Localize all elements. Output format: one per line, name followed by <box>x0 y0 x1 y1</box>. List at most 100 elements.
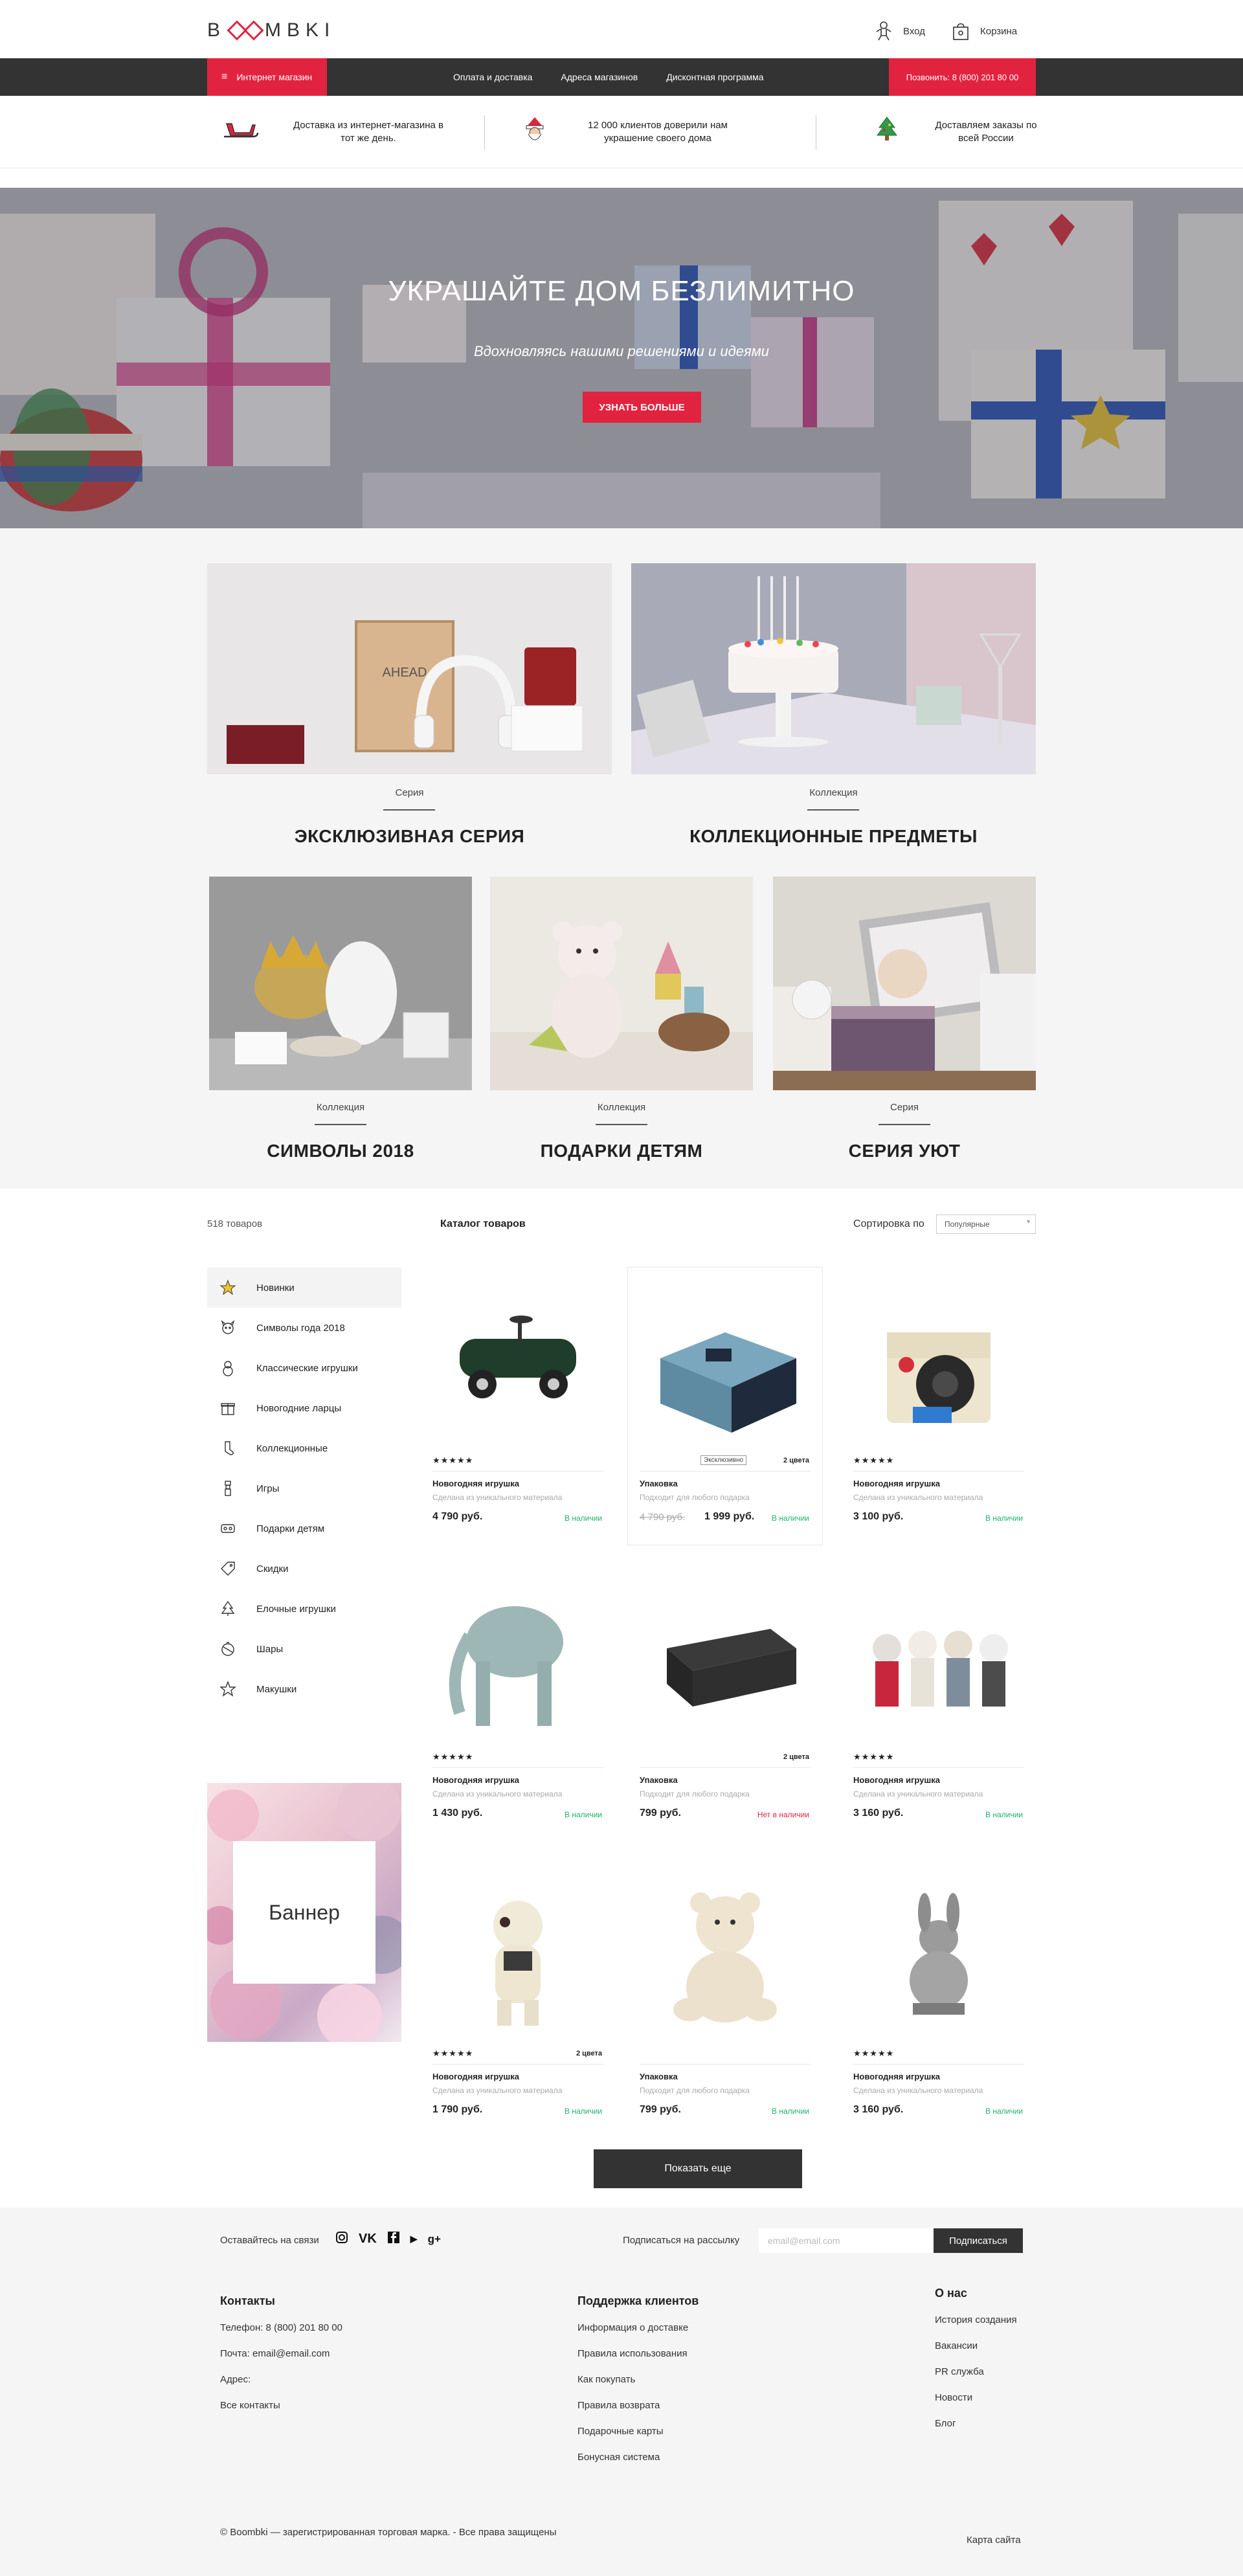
collection-card-exclusive[interactable]: AHEAD Серия ЭКСКЛЮЗИВНАЯ СЕРИЯ <box>207 563 612 848</box>
footer-about: О нас История создания Вакансии PR служб… <box>935 2287 1017 2444</box>
facebook-icon[interactable] <box>387 2231 400 2247</box>
category-collectible[interactable]: Коллекционные <box>207 1428 401 1468</box>
product-card[interactable]: ★★★★★ 2 цвета Новогодняя игрушка Сделана из… <box>421 1861 615 2138</box>
stock-status: В наличии <box>771 2107 809 2116</box>
category-tree-toys[interactable]: Елочные игрушки <box>207 1589 401 1629</box>
call-button[interactable]: Позвонить: 8 (800) 201 80 00 <box>889 58 1036 96</box>
product-name[interactable]: Новогодняя игрушка <box>853 1775 940 1785</box>
promo-banner[interactable]: Баннер <box>207 1783 401 2042</box>
category-balls[interactable]: Шары <box>207 1629 401 1669</box>
feature-delivery-text: Доставка из интернет-магазина в тот же д… <box>293 120 444 144</box>
youtube-icon[interactable]: ▶ <box>410 2234 418 2245</box>
footer-link[interactable]: Блог <box>935 2418 1017 2444</box>
footer-link[interactable]: PR служба <box>935 2366 1017 2392</box>
feature-shipping-text: Доставляем заказы по всей России <box>935 120 1037 144</box>
category-label: Классические игрушки <box>256 1362 358 1374</box>
gift-bag-icon <box>949 19 972 43</box>
footer-link[interactable]: Информация о доставке <box>577 2322 699 2348</box>
product-card[interactable]: ★★★★★ Новогодняя игрушка Сделана из уникал… <box>421 1564 615 1841</box>
category-classic-toys[interactable]: Классические игрушки <box>207 1348 401 1388</box>
footer-link[interactable]: Правила возврата <box>577 2400 699 2426</box>
footer-link[interactable]: Бонусная система <box>577 2452 699 2478</box>
nav-link-stores[interactable]: Адреса магазинов <box>561 72 638 82</box>
contact-all-link[interactable]: Все контакты <box>220 2400 342 2426</box>
footer-link[interactable]: Подарочные карты <box>577 2426 699 2452</box>
contact-email[interactable]: Почта: email@email.com <box>220 2348 342 2374</box>
divider <box>807 809 859 811</box>
tree-top-star-icon <box>219 1680 237 1698</box>
login-link[interactable]: Вход <box>872 19 925 43</box>
sort-label: Сортировка по <box>853 1218 924 1229</box>
category-kids-gifts[interactable]: Подарки детям <box>207 1508 401 1549</box>
product-image <box>493 1901 543 2026</box>
product-name[interactable]: Упаковка <box>640 1479 678 1488</box>
footer-link[interactable]: Правила использования <box>577 2348 699 2374</box>
newsletter-email-input[interactable] <box>759 2228 934 2253</box>
shop-menu-button[interactable]: ≡ Интернет магазин <box>207 58 327 96</box>
category-new[interactable]: Новинки <box>207 1268 401 1308</box>
product-name[interactable]: Новогодняя игрушка <box>432 1479 519 1488</box>
collection-card-collectible[interactable]: Коллекция КОЛЛЕКЦИОННЫЕ ПРЕДМЕТЫ <box>631 563 1036 848</box>
footer-link[interactable]: История создания <box>935 2314 1017 2340</box>
category-sidebar: Новинки Символы года 2018 Классические и… <box>207 1268 401 1709</box>
footer-link[interactable]: Как покупать <box>577 2374 699 2400</box>
sort-select[interactable]: Популярные ▾ <box>936 1215 1036 1234</box>
collection-card-cozy[interactable]: Серия СЕРИЯ УЮТ <box>773 877 1036 1174</box>
product-price: 799 руб. <box>640 1808 681 1819</box>
logo[interactable]: B MBKI <box>207 19 335 41</box>
google-plus-icon[interactable]: g+ <box>428 2233 441 2246</box>
product-card[interactable]: ★★★★★ Новогодняя игрушка Сделана из уникал… <box>842 1268 1036 1545</box>
product-image <box>449 1606 563 1726</box>
product-name[interactable]: Новогодняя игрушка <box>853 2072 940 2081</box>
divider <box>432 1471 603 1472</box>
category-tree-tops[interactable]: Макушки <box>207 1669 401 1709</box>
nutcracker-icon <box>219 1479 237 1497</box>
category-sale[interactable]: Скидки <box>207 1549 401 1589</box>
footer-link[interactable]: Новости <box>935 2392 1017 2418</box>
footer-link[interactable]: Вакансии <box>935 2340 1017 2366</box>
product-card[interactable]: ★★★★★ Новогодняя игрушка Сделана из уникал… <box>421 1268 615 1545</box>
nav-link-discount[interactable]: Дисконтная программа <box>666 72 763 82</box>
collection-image: AHEAD <box>207 563 612 774</box>
collection-card-kids-gifts[interactable]: Коллекция ПОДАРКИ ДЕТЯМ <box>490 877 753 1174</box>
product-name[interactable]: Новогодняя игрушка <box>432 2072 519 2081</box>
sitemap-link[interactable]: Карта сайта <box>967 2535 1021 2546</box>
collection-card-symbols-2018[interactable]: Коллекция СИМВОЛЫ 2018 <box>209 877 472 1174</box>
product-card[interactable]: Упаковка Подходит для любого подарка 799 р… <box>628 1861 822 2138</box>
product-name[interactable]: Новогодняя игрушка <box>853 1479 940 1488</box>
contact-phone[interactable]: Телефон: 8 (800) 201 80 00 <box>220 2322 342 2348</box>
show-more-button[interactable]: Показать еще <box>594 2149 802 2188</box>
category-symbols-2018[interactable]: Символы года 2018 <box>207 1308 401 1348</box>
product-name[interactable]: Упаковка <box>640 2072 678 2081</box>
product-card[interactable]: ★★★★★ Новогодняя игрушка Сделана из уникал… <box>842 1564 1036 1841</box>
category-gift-boxes[interactable]: Новогодние ларцы <box>207 1388 401 1428</box>
login-label: Вход <box>903 25 925 37</box>
color-count: 2 цвета <box>576 2050 602 2057</box>
product-card[interactable]: ★★★★★ Новогодняя игрушка Сделана из уникал… <box>842 1861 1036 2138</box>
stock-status: В наличии <box>564 2107 602 2116</box>
divider <box>853 1471 1024 1472</box>
vk-icon[interactable]: VK <box>359 2232 377 2246</box>
product-name[interactable]: Упаковка <box>640 1775 678 1785</box>
collection-title: СИМВОЛЫ 2018 <box>267 1141 414 1161</box>
collection-type: Серия <box>395 787 424 798</box>
divider <box>484 115 485 150</box>
stock-status: В наличии <box>564 1810 602 1819</box>
product-price: 799 руб. <box>640 2104 681 2115</box>
product-card[interactable]: Эксклюзивно 2 цвета Упаковка Подходит для л… <box>628 1268 822 1545</box>
subscribe-button[interactable]: Подписаться <box>934 2228 1023 2253</box>
category-games[interactable]: Игры <box>207 1468 401 1508</box>
cart-link[interactable]: Корзина <box>949 19 1017 43</box>
site-footer: Оставайтесь на связи VK ▶ g+ Подписаться… <box>0 2208 1243 2576</box>
stock-status: В наличии <box>564 1514 602 1523</box>
rating-stars: ★★★★★ <box>432 1752 474 1762</box>
gingerbread-man-icon <box>872 19 895 43</box>
product-card[interactable]: 2 цвета Упаковка Подходит для любого подар… <box>628 1564 822 1841</box>
product-name[interactable]: Новогодняя игрушка <box>432 1775 519 1785</box>
category-label: Макушки <box>256 1683 297 1695</box>
nav-link-payment[interactable]: Оплата и доставка <box>453 72 532 82</box>
hero-learn-more-button[interactable]: УЗНАТЬ БОЛЬШЕ <box>583 392 701 423</box>
instagram-icon[interactable] <box>335 2231 348 2247</box>
newsletter-label: Подписаться на рассылку <box>623 2235 740 2246</box>
divider <box>432 1767 603 1768</box>
